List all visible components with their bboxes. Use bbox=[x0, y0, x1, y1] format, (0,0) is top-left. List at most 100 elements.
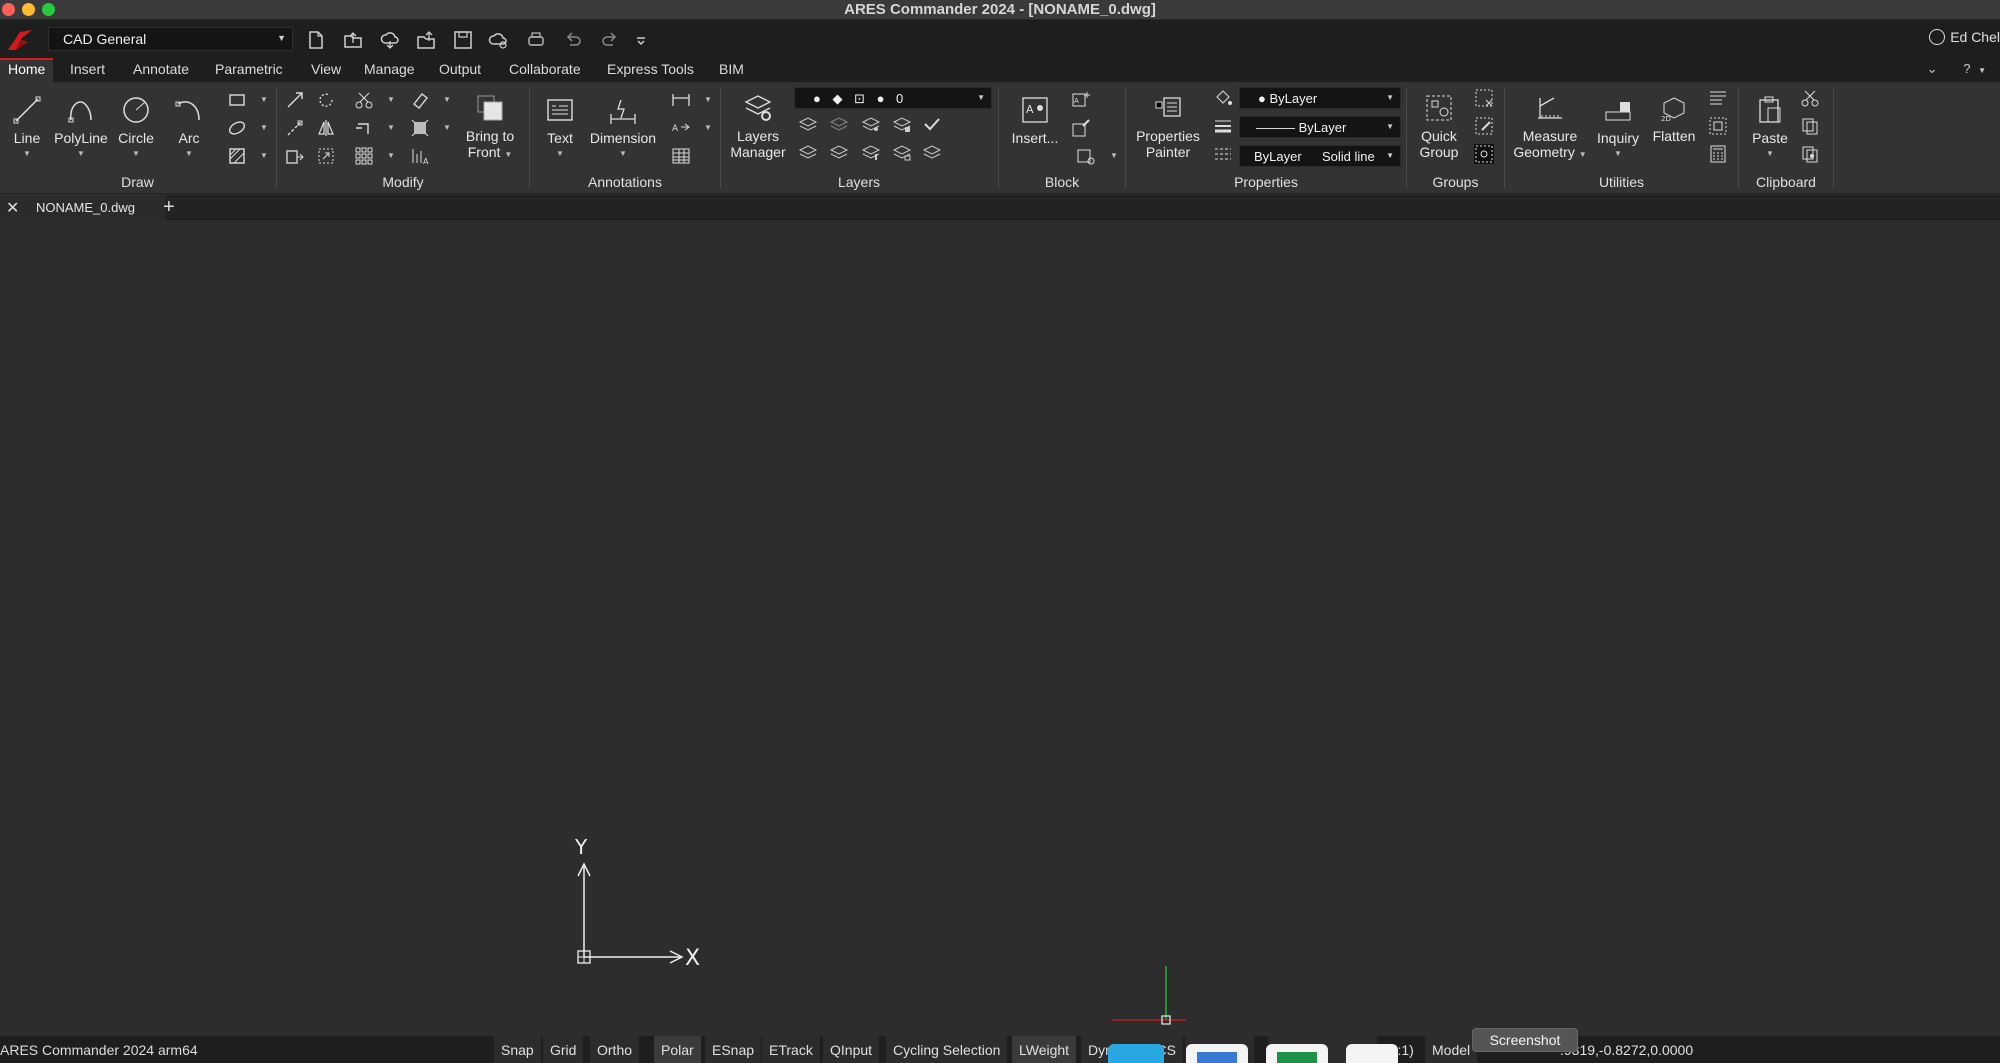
align-icon[interactable]: A bbox=[410, 146, 430, 166]
toggle-snap[interactable]: Snap bbox=[494, 1036, 542, 1063]
calculator-icon[interactable] bbox=[1708, 144, 1728, 164]
layer-previous-icon[interactable] bbox=[798, 114, 818, 134]
close-icon[interactable]: ✕ bbox=[6, 198, 19, 218]
ungroup-icon[interactable] bbox=[1474, 88, 1494, 108]
layer-match-icon[interactable] bbox=[922, 142, 942, 162]
toggle-polar[interactable]: Polar bbox=[654, 1036, 702, 1063]
layer-thaw-icon[interactable] bbox=[861, 142, 881, 162]
layer-walk-icon[interactable] bbox=[798, 142, 818, 162]
lineweight-select[interactable]: ByLayer Solid line ▼ bbox=[1239, 145, 1401, 167]
dock-app-icon[interactable] bbox=[1186, 1044, 1248, 1063]
chevron-down-icon[interactable]: ▼ bbox=[260, 95, 268, 104]
tab-insert[interactable]: Insert bbox=[62, 58, 113, 82]
table-icon[interactable] bbox=[671, 146, 691, 166]
tab-home[interactable]: Home bbox=[0, 58, 54, 82]
tab-manage[interactable]: Manage bbox=[356, 58, 423, 82]
ares-logo-icon[interactable] bbox=[6, 28, 34, 52]
layer-select[interactable]: ● ◆ ⊡ ● 0 ▼ bbox=[794, 87, 992, 109]
hatch-icon[interactable] bbox=[227, 146, 247, 166]
toggle-lweight[interactable]: LWeight bbox=[1012, 1036, 1078, 1063]
tab-express-tools[interactable]: Express Tools bbox=[599, 58, 702, 82]
print-icon[interactable] bbox=[525, 29, 547, 51]
array-icon[interactable] bbox=[354, 146, 374, 166]
new-tab-icon[interactable]: + bbox=[163, 196, 175, 219]
drawing-canvas[interactable] bbox=[0, 221, 2000, 1036]
toggle-ortho[interactable]: Ortho bbox=[590, 1036, 641, 1063]
upload-icon[interactable] bbox=[415, 29, 437, 51]
quick-group-button[interactable]: Quick Group bbox=[1413, 92, 1465, 160]
new-file-icon[interactable] bbox=[305, 29, 327, 51]
area-icon[interactable] bbox=[1708, 116, 1728, 136]
user-account[interactable]: Ed Chel bbox=[1929, 29, 2000, 45]
open-file-icon[interactable] bbox=[342, 29, 364, 51]
document-tab[interactable]: ✕ NONAME_0.dwg bbox=[0, 195, 165, 220]
rotate-icon[interactable] bbox=[316, 90, 336, 110]
toggle-esnap[interactable]: ESnap bbox=[705, 1036, 763, 1063]
tab-output[interactable]: Output bbox=[431, 58, 489, 82]
chevron-down-icon[interactable]: ▼ bbox=[443, 123, 451, 132]
edit-block-icon[interactable] bbox=[1071, 118, 1091, 138]
chevron-down-icon[interactable]: ▼ bbox=[704, 123, 712, 132]
measure-geometry-button[interactable]: Measure Geometry ▼ bbox=[1510, 92, 1590, 163]
copy-with-base-icon[interactable] bbox=[1800, 144, 1820, 164]
checkmark-icon[interactable] bbox=[922, 114, 942, 134]
toggle-qinput[interactable]: QInput bbox=[823, 1036, 881, 1063]
color-select[interactable]: ● ByLayer ▼ bbox=[1239, 87, 1401, 109]
layer-unisolate-icon[interactable] bbox=[829, 142, 849, 162]
explode-icon[interactable] bbox=[410, 118, 430, 138]
dock-app-icon[interactable] bbox=[1346, 1044, 1398, 1063]
trim-icon[interactable] bbox=[354, 90, 374, 110]
toggle-etrack[interactable]: ETrack bbox=[762, 1036, 821, 1063]
create-block-icon[interactable]: A bbox=[1071, 90, 1091, 110]
stretch-icon[interactable] bbox=[285, 146, 305, 166]
chevron-down-icon[interactable]: ▼ bbox=[1978, 66, 1986, 75]
color-bucket-icon[interactable] bbox=[1213, 88, 1233, 108]
block-attributes-icon[interactable] bbox=[1076, 146, 1096, 166]
collapse-ribbon-icon[interactable]: ⌄ bbox=[1927, 61, 1938, 76]
workspace-select[interactable]: CAD General ▼ bbox=[48, 27, 293, 51]
edit-group-icon[interactable] bbox=[1474, 116, 1494, 136]
properties-painter-button[interactable]: Properties Painter bbox=[1133, 92, 1203, 160]
layer-lock-icon[interactable] bbox=[892, 114, 912, 134]
dimension-button[interactable]: Dimension ▼ bbox=[586, 94, 660, 162]
chevron-down-icon[interactable]: ▼ bbox=[387, 151, 395, 160]
bring-to-front-button[interactable]: Bring to Front ▼ bbox=[462, 92, 518, 163]
extend-icon[interactable] bbox=[354, 118, 374, 138]
chevron-down-icon[interactable]: ▼ bbox=[704, 95, 712, 104]
chevron-down-icon[interactable]: ▼ bbox=[260, 123, 268, 132]
tab-collaborate[interactable]: Collaborate bbox=[501, 58, 589, 82]
insert-block-button[interactable]: A Insert... bbox=[1008, 94, 1062, 146]
linetype-icon[interactable] bbox=[1213, 144, 1233, 164]
cut-icon[interactable] bbox=[1800, 88, 1820, 108]
chevron-down-icon[interactable]: ▼ bbox=[260, 151, 268, 160]
model-toggle[interactable]: Model bbox=[1425, 1036, 1479, 1063]
lineweight-icon[interactable] bbox=[1213, 116, 1233, 136]
group-selection-icon[interactable] bbox=[1474, 144, 1494, 164]
dock-app-icon[interactable] bbox=[1266, 1044, 1328, 1063]
dock-app-icon[interactable] bbox=[1108, 1044, 1164, 1063]
line-button[interactable]: Line ▼ bbox=[10, 94, 44, 162]
text-button[interactable]: Text ▼ bbox=[540, 94, 580, 162]
paste-button[interactable]: Paste ▼ bbox=[1748, 94, 1792, 162]
cloud-icon[interactable] bbox=[379, 29, 401, 51]
fillet-icon[interactable] bbox=[316, 146, 336, 166]
scale-icon[interactable] bbox=[285, 118, 305, 138]
tab-parametric[interactable]: Parametric bbox=[207, 58, 291, 82]
customize-icon[interactable] bbox=[630, 29, 652, 51]
chevron-down-icon[interactable]: ▼ bbox=[387, 95, 395, 104]
layer-isolate-icon[interactable] bbox=[829, 114, 849, 134]
toggle-cycling-selection[interactable]: Cycling Selection bbox=[886, 1036, 1009, 1063]
chevron-down-icon[interactable]: ▼ bbox=[1110, 151, 1118, 160]
ellipse-icon[interactable] bbox=[227, 118, 247, 138]
linear-dimension-icon[interactable] bbox=[671, 90, 691, 110]
copy-icon[interactable] bbox=[1800, 116, 1820, 136]
chevron-down-icon[interactable]: ▼ bbox=[443, 95, 451, 104]
layers-manager-button[interactable]: Layers Manager bbox=[730, 92, 786, 160]
flatten-button[interactable]: 2D Flatten bbox=[1648, 92, 1700, 144]
erase-icon[interactable] bbox=[410, 90, 430, 110]
move-icon[interactable] bbox=[285, 90, 305, 110]
layer-unlock-icon[interactable] bbox=[892, 142, 912, 162]
tab-bim[interactable]: BIM bbox=[711, 58, 752, 82]
undo-icon[interactable] bbox=[562, 29, 584, 51]
polyline-button[interactable]: PolyLine ▼ bbox=[54, 94, 108, 162]
